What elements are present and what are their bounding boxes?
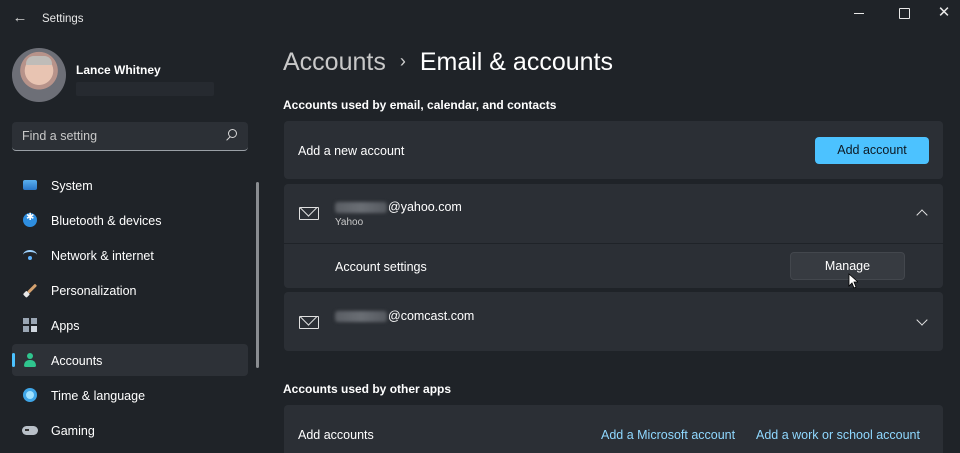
chevron-down-icon[interactable]: [916, 314, 928, 326]
email-redacted: [335, 311, 387, 323]
email-domain: @comcast.com: [388, 309, 475, 323]
sidebar-item-label: Time & language: [51, 389, 146, 403]
sidebar-item-system[interactable]: System: [12, 169, 248, 201]
email-redacted: [335, 202, 387, 214]
account-card-yahoo: @yahoo.com Yahoo Account settings Manage: [284, 184, 943, 288]
minimize-icon[interactable]: [845, 4, 873, 22]
sidebar-item-label: Network & internet: [51, 249, 154, 263]
breadcrumb-separator-icon: ›: [399, 51, 406, 71]
person-icon: [23, 353, 37, 367]
bluetooth-icon: [23, 212, 37, 227]
account-provider: Yahoo: [335, 217, 364, 228]
controller-icon: [22, 426, 38, 435]
brush-icon: [20, 280, 40, 300]
account-card-comcast[interactable]: @comcast.com: [284, 292, 943, 351]
apps-icon: [23, 318, 37, 332]
search-icon[interactable]: [224, 128, 238, 142]
sidebar-item-label: Personalization: [51, 284, 137, 298]
globe-clock-icon: [23, 388, 37, 402]
sidebar-item-label: Bluetooth & devices: [51, 214, 162, 228]
account-settings-row: Account settings Manage: [284, 244, 943, 288]
account-email: @yahoo.com: [335, 200, 462, 214]
add-accounts-card: Add accounts Add a Microsoft account Add…: [284, 405, 943, 453]
sidebar-item-label: Accounts: [51, 354, 103, 368]
sidebar-scrollbar[interactable]: [256, 182, 259, 368]
add-microsoft-account-link[interactable]: Add a Microsoft account: [601, 428, 735, 442]
add-account-button[interactable]: Add account: [815, 137, 929, 164]
system-icon: [23, 180, 37, 190]
breadcrumb: Accounts › Email & accounts: [283, 48, 613, 84]
close-icon[interactable]: ✕: [930, 4, 958, 22]
mail-icon: [299, 316, 319, 329]
sidebar-item-label: Gaming: [51, 424, 95, 438]
mail-icon: [299, 207, 319, 220]
account-header-yahoo[interactable]: @yahoo.com Yahoo: [284, 184, 943, 243]
section-heading-other-apps: Accounts used by other apps: [283, 382, 452, 396]
sidebar-item-apps[interactable]: Apps: [12, 309, 248, 341]
chevron-up-icon[interactable]: [916, 209, 928, 221]
account-email: @comcast.com: [335, 309, 474, 323]
sidebar-nav: System Bluetooth & devices Network & int…: [12, 169, 248, 449]
maximize-icon[interactable]: [890, 4, 918, 22]
sidebar-item-label: Apps: [51, 319, 80, 333]
page-title: Email & accounts: [419, 48, 613, 76]
section-heading-email: Accounts used by email, calendar, and co…: [283, 98, 557, 112]
add-account-card: Add a new account Add account: [284, 121, 943, 179]
wifi-icon: [23, 250, 37, 260]
avatar[interactable]: [12, 48, 66, 102]
breadcrumb-parent[interactable]: Accounts: [283, 48, 386, 76]
sidebar-item-label: System: [51, 179, 93, 193]
account-settings-label: Account settings: [335, 260, 427, 274]
add-account-label: Add a new account: [298, 144, 405, 158]
mouse-cursor-icon: [848, 273, 858, 289]
back-arrow-icon[interactable]: ←: [10, 8, 30, 28]
sidebar-item-accounts[interactable]: Accounts: [12, 344, 248, 376]
sidebar-item-personalization[interactable]: Personalization: [12, 274, 248, 306]
sidebar-item-gaming[interactable]: Gaming: [12, 414, 248, 446]
sidebar-item-bluetooth[interactable]: Bluetooth & devices: [12, 204, 248, 236]
title-bar: ← Settings ✕: [0, 0, 960, 38]
sidebar-item-network[interactable]: Network & internet: [12, 239, 248, 271]
search-box[interactable]: Find a setting: [12, 122, 248, 151]
user-name: Lance Whitney: [76, 63, 161, 77]
add-accounts-label: Add accounts: [298, 428, 374, 442]
user-email-redacted: [76, 82, 214, 96]
sidebar-item-time-language[interactable]: Time & language: [12, 379, 248, 411]
add-work-school-account-link[interactable]: Add a work or school account: [756, 428, 920, 442]
search-input[interactable]: Find a setting: [22, 129, 97, 143]
app-title: Settings: [42, 13, 84, 25]
email-domain: @yahoo.com: [388, 200, 462, 214]
